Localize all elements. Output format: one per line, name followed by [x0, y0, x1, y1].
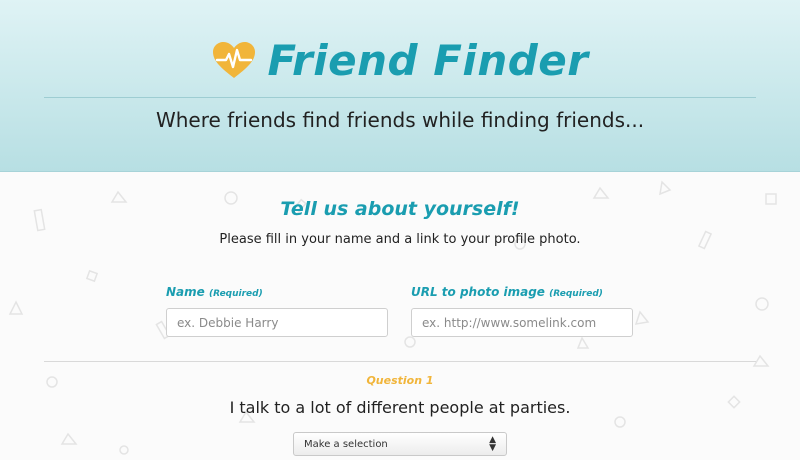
select-arrows-icon: ▲ ▼	[489, 435, 496, 453]
question-number: Question 1	[366, 374, 434, 387]
site-header: Friend Finder Where friends find friends…	[0, 0, 800, 172]
name-input[interactable]	[166, 308, 388, 337]
header-divider	[44, 97, 756, 98]
section-title: Tell us about yourself!	[280, 198, 520, 220]
name-label: Name (Required)	[166, 285, 263, 299]
name-required-note: (Required)	[208, 289, 263, 299]
name-label-text: Name	[166, 285, 205, 299]
heart-pulse-icon	[213, 42, 256, 78]
tagline: Where friends find friends while finding…	[155, 108, 645, 132]
form-divider	[44, 361, 756, 362]
question-text: I talk to a lot of different people at p…	[229, 398, 571, 417]
brand: Friend Finder	[0, 32, 800, 88]
answer-select[interactable]: Make a selection ▲ ▼	[293, 432, 507, 456]
photo-url-label: URL to photo image (Required)	[411, 285, 603, 299]
photo-url-required-note: (Required)	[549, 289, 603, 299]
section-subtitle: Please fill in your name and a link to y…	[219, 232, 581, 247]
photo-url-label-text: URL to photo image	[411, 285, 545, 299]
photo-url-input[interactable]	[411, 308, 633, 337]
answer-select-value: Make a selection	[304, 438, 388, 450]
site-title: Friend Finder	[267, 35, 589, 85]
